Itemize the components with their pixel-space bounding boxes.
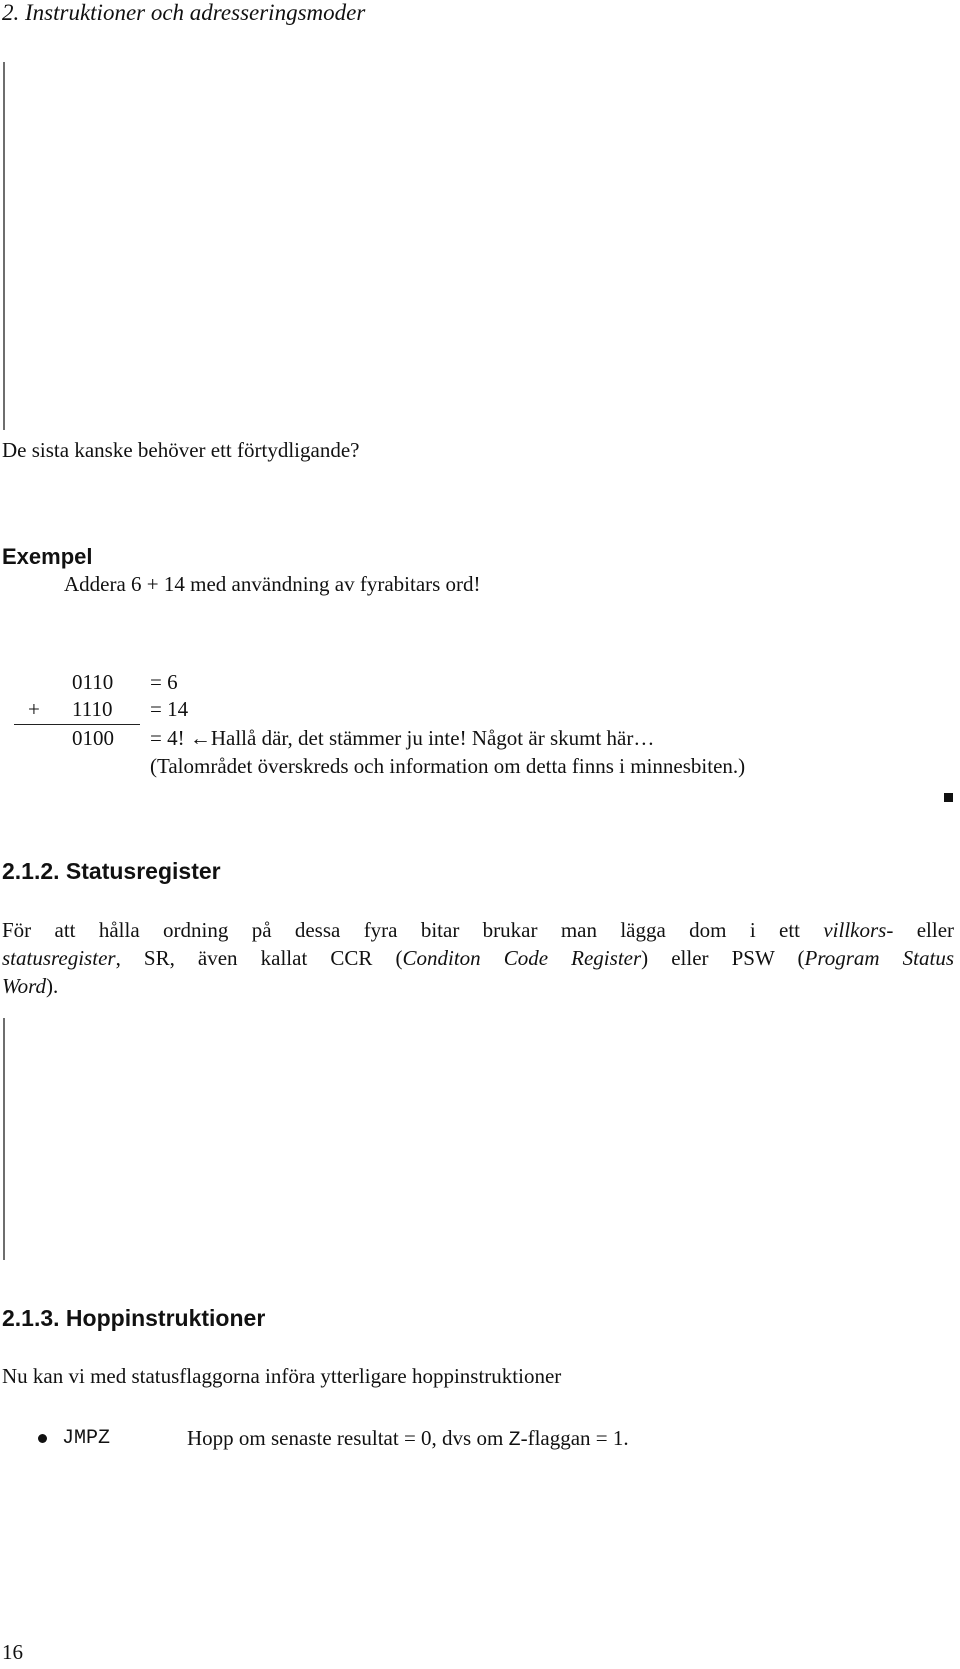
page-number: 16 — [2, 1640, 23, 1664]
text: Hopp om senaste resultat = 0, dvs om — [187, 1426, 509, 1450]
section-heading-statusregister: 2.1.2. Statusregister — [2, 858, 221, 884]
text: , SR, även kallat CCR ( — [115, 946, 403, 970]
emphasis: villkors — [823, 918, 887, 942]
calc-result: = 6 — [150, 670, 178, 694]
paragraph-line: statusregister, SR, även kallat CCR (Con… — [2, 946, 954, 971]
emphasis: statusregister — [2, 946, 116, 970]
instruction-mnemonic: JMPZ — [62, 1427, 111, 1450]
calc-result: = 4! ←Hallå där, det stämmer ju inte! Nå… — [150, 726, 655, 750]
calc-note: (Talområdet överskreds och information o… — [150, 754, 746, 778]
paragraph-line: För att hålla ordning på dessa fyra bita… — [2, 918, 954, 943]
emphasis: Program Status — [804, 946, 955, 970]
section-intro: Nu kan vi med statusflaggorna införa ytt… — [2, 1364, 562, 1388]
flag-code: Z — [508, 1429, 521, 1452]
text: ) eller PSW ( — [641, 946, 805, 970]
calc-binary: 0110 — [72, 670, 114, 694]
text: -flaggan = 1. — [520, 1426, 629, 1450]
instruction-description: Hopp om senaste resultat = 0, dvs om Z-f… — [187, 1426, 629, 1452]
emphasis: Conditon Code Register — [402, 946, 642, 970]
running-head: 2. Instruktioner och adresseringsmoder — [2, 0, 366, 25]
intro-line: De sista kanske behöver ett förtydligand… — [2, 438, 360, 462]
section-heading-hoppinstruktioner: 2.1.3. Hoppinstruktioner — [2, 1305, 266, 1331]
end-of-example-square-icon — [944, 793, 953, 802]
calc-operator: + — [28, 697, 40, 721]
calc-binary: 1110 — [72, 697, 113, 721]
sum-rule — [14, 724, 140, 725]
figure-placeholder-line — [3, 62, 5, 430]
calc-result: = 14 — [150, 697, 189, 721]
text: För att hålla ordning på dessa fyra bita… — [2, 918, 824, 942]
example-heading: Exempel — [2, 544, 93, 569]
text: - eller — [886, 918, 955, 942]
calc-binary: 0100 — [72, 726, 114, 750]
emphasis: Word — [2, 974, 46, 998]
example-task: Addera 6 + 14 med användning av fyrabita… — [64, 572, 481, 596]
bullet-icon — [38, 1434, 47, 1443]
paragraph-line: Word). — [2, 974, 58, 999]
text: ). — [45, 974, 59, 998]
figure-placeholder-line — [3, 1018, 5, 1260]
